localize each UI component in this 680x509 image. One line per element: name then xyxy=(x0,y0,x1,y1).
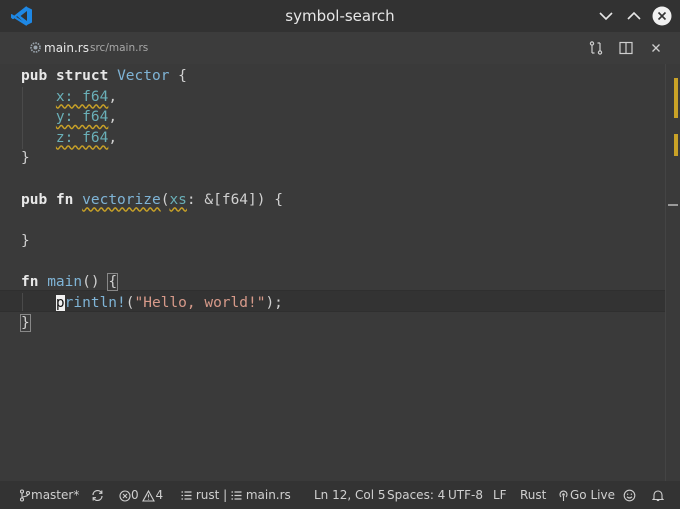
broadcast-icon xyxy=(559,490,568,501)
close-tab-icon[interactable] xyxy=(648,40,664,56)
list-icon xyxy=(231,491,242,500)
split-editor-icon[interactable] xyxy=(618,40,634,56)
tab-filename: main.rs xyxy=(44,41,89,55)
open-changes-icon[interactable] xyxy=(588,40,604,56)
tab-filepath: src/main.rs xyxy=(90,42,149,54)
problems-indicator[interactable]: 0 4 xyxy=(119,481,163,509)
maximize-chevron-up-icon[interactable] xyxy=(625,7,643,25)
encoding-setting[interactable]: UTF-8 xyxy=(448,481,483,509)
warning-marker xyxy=(674,78,678,118)
code-line-4: z: f64, xyxy=(55,129,118,146)
eol-setting[interactable]: LF xyxy=(493,481,507,509)
smiley-icon xyxy=(623,489,636,502)
symbol-label: main.rs xyxy=(245,488,291,502)
code-line-7: pub fn vectorize(xs: &[f64]) { xyxy=(21,191,283,208)
code-editor[interactable]: pub struct Vector { x: f64, y: f64, z: f… xyxy=(0,64,680,481)
code-line-1: pub struct Vector { xyxy=(21,68,187,84)
minimize-chevron-down-icon[interactable] xyxy=(597,7,615,25)
go-live-label: Go Live xyxy=(570,488,615,502)
code-line-9: } xyxy=(21,232,30,249)
code-line-3: y: f64, xyxy=(55,109,118,126)
rust-analyzer-status[interactable]: rust | main.rs xyxy=(181,481,291,509)
code-line-2: x: f64, xyxy=(55,88,118,105)
code-content: pub struct Vector { x: f64, y: f64, z: f… xyxy=(20,66,283,334)
cursor-position-marker xyxy=(668,204,678,206)
overview-ruler-scrollbar[interactable] xyxy=(665,64,678,481)
code-line-13: } xyxy=(20,314,31,333)
branch-name: master* xyxy=(31,488,80,502)
text-cursor: p xyxy=(55,294,65,311)
feedback-button[interactable] xyxy=(623,481,636,509)
git-branch-icon xyxy=(19,489,31,502)
error-icon xyxy=(119,489,131,502)
close-window-icon[interactable] xyxy=(652,6,672,26)
tab-main-rs[interactable]: main.rs src/main.rs xyxy=(0,32,160,64)
tab-bar: main.rs src/main.rs xyxy=(0,32,680,64)
window-title: symbol-search xyxy=(285,7,395,25)
rust-file-icon xyxy=(30,42,41,53)
status-bar: master* 0 4 rust | main.rs Ln 12, Col 5 … xyxy=(0,481,680,509)
warning-marker xyxy=(674,134,678,156)
warning-count: 4 xyxy=(155,488,164,502)
branch-indicator[interactable]: master* xyxy=(19,481,79,509)
sync-icon xyxy=(92,489,103,502)
code-line-11: fn main() { xyxy=(21,272,119,291)
cursor-position[interactable]: Ln 12, Col 5 xyxy=(314,481,386,509)
notifications-button[interactable] xyxy=(651,481,665,509)
error-count: 0 xyxy=(131,488,139,502)
code-line-5: } xyxy=(21,150,30,167)
go-live-button[interactable]: Go Live xyxy=(557,481,615,509)
warning-icon xyxy=(142,489,156,502)
code-line-12: println!("Hello, world!"); xyxy=(55,294,283,311)
bell-icon xyxy=(651,490,665,502)
indentation-setting[interactable]: Spaces: 4 xyxy=(387,481,445,509)
language-mode[interactable]: Rust xyxy=(520,481,546,509)
lsp-label: rust | xyxy=(195,488,231,502)
list-icon xyxy=(181,491,192,500)
sync-button[interactable] xyxy=(91,481,104,509)
title-bar: symbol-search xyxy=(0,0,680,32)
